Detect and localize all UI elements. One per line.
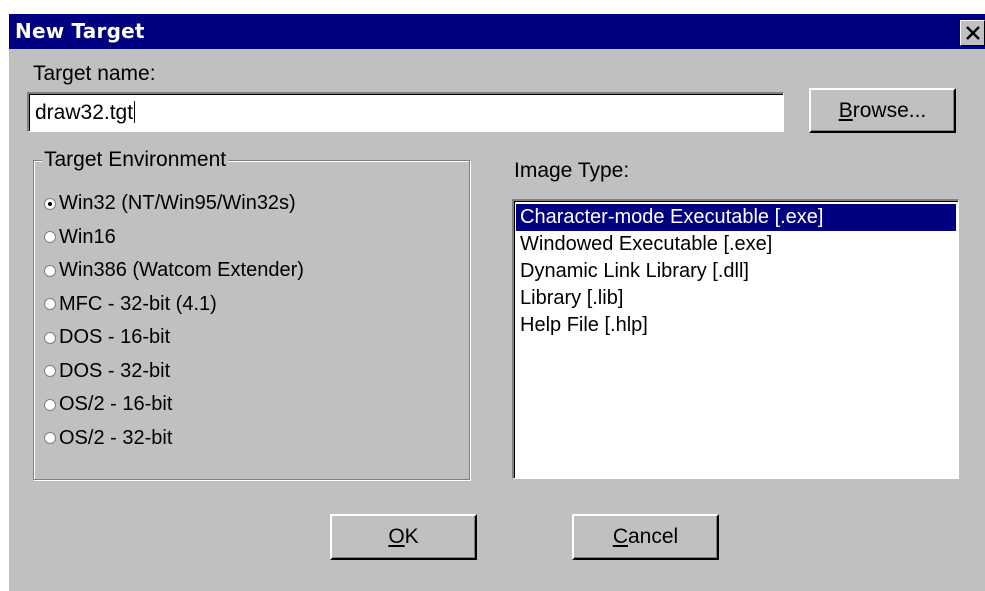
radio-button[interactable] [44,331,56,344]
ok-label: K [404,525,419,548]
radio-label: Win386 (Watcom Extender) [59,259,304,282]
target-environment-options: Win32 (NT/Win95/Win32s) Win16 Win386 (Watc… [44,187,304,455]
target-name-input[interactable]: draw32.tgt [27,92,784,132]
radio-option[interactable]: Win386 (Watcom Extender) [44,254,304,288]
ok-accel: O [388,525,405,548]
radio-option[interactable]: MFC - 32-bit (4.1) [44,288,304,322]
radio-option[interactable]: Win16 [44,221,304,255]
radio-label: Win16 [59,225,116,248]
target-name-value: draw32.tgt [35,101,134,124]
radio-label: OS/2 - 32-bit [59,426,173,449]
radio-button[interactable] [44,231,56,244]
radio-label: DOS - 32-bit [59,359,171,382]
radio-label: DOS - 16-bit [59,326,171,349]
browse-accel: B [838,99,853,122]
browse-label: rowse... [852,99,927,122]
image-type-listbox[interactable]: Character-mode Executable [.exe] Windowed… [512,199,959,479]
radio-button[interactable] [44,398,56,411]
radio-button[interactable] [44,298,56,311]
title-bar: New Target [9,14,985,49]
list-item[interactable]: Dynamic Link Library [.dll] [516,258,956,285]
radio-label: OS/2 - 16-bit [59,393,173,416]
radio-option[interactable]: OS/2 - 32-bit [44,422,304,456]
list-item[interactable]: Library [.lib] [516,285,956,312]
radio-option[interactable]: DOS - 32-bit [44,355,304,389]
browse-button[interactable]: Browse... [809,88,956,133]
radio-button[interactable] [44,197,56,210]
window-title: New Target [15,19,145,43]
radio-label: MFC - 32-bit (4.1) [59,292,217,315]
radio-option[interactable]: DOS - 16-bit [44,321,304,355]
radio-button[interactable] [44,432,56,445]
target-environment-group: Target Environment Win32 (NT/Win95/Win32… [33,148,470,480]
list-item[interactable]: Windowed Executable [.exe] [516,231,956,258]
cancel-label: ancel [627,525,679,548]
cancel-button[interactable]: Cancel [572,514,719,560]
ok-button[interactable]: OK [330,514,477,560]
radio-option[interactable]: Win32 (NT/Win95/Win32s) [44,187,304,221]
close-icon [966,26,980,40]
new-target-dialog: New Target Target name: draw32.tgt Brows… [7,13,985,591]
close-button[interactable] [960,20,985,46]
target-environment-legend: Target Environment [42,148,229,172]
radio-option[interactable]: OS/2 - 16-bit [44,388,304,422]
radio-button[interactable] [44,264,56,277]
text-caret [134,101,136,123]
radio-label: Win32 (NT/Win95/Win32s) [59,192,296,215]
target-name-label: Target name: [33,62,156,85]
cancel-accel: C [612,525,628,548]
image-type-label: Image Type: [514,159,630,182]
list-item[interactable]: Character-mode Executable [.exe] [516,204,956,231]
list-item[interactable]: Help File [.hlp] [516,312,956,339]
radio-button[interactable] [44,365,56,378]
